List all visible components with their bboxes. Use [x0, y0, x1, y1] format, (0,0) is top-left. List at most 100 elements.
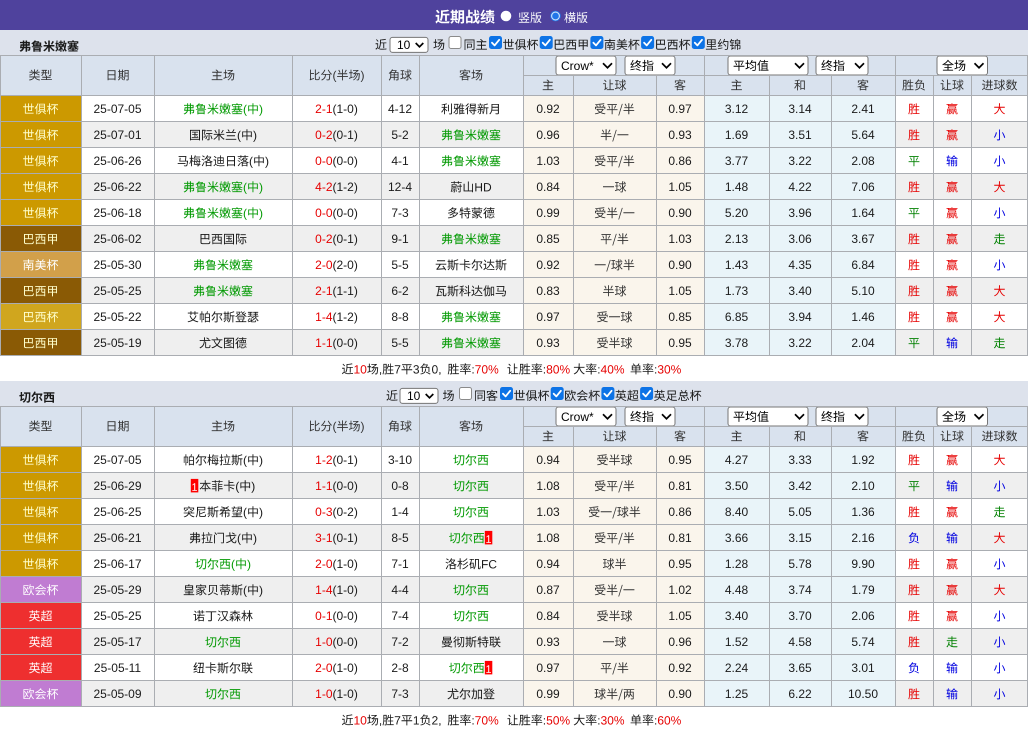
svg-text:(1-2): (1-2)	[333, 180, 358, 194]
svg-text:1.05: 1.05	[668, 609, 692, 623]
svg-text:1.08: 1.08	[536, 479, 560, 493]
svg-text:7-3: 7-3	[391, 206, 409, 220]
svg-text:1.69: 1.69	[725, 128, 749, 142]
svg-text:3.70: 3.70	[788, 609, 812, 623]
svg-text:3-10: 3-10	[388, 453, 412, 467]
svg-text:0.86: 0.86	[668, 154, 692, 168]
svg-text:1.05: 1.05	[668, 284, 692, 298]
svg-text:1-4: 1-4	[315, 583, 333, 597]
svg-text:(1-0): (1-0)	[333, 102, 358, 116]
svg-text:0-0: 0-0	[315, 154, 333, 168]
svg-text:4-2: 4-2	[315, 180, 333, 194]
svg-text:1.03: 1.03	[536, 154, 560, 168]
svg-text:3.40: 3.40	[725, 609, 749, 623]
svg-text:0.92: 0.92	[536, 102, 560, 116]
svg-text:1.64: 1.64	[851, 206, 875, 220]
svg-text:1.08: 1.08	[536, 531, 560, 545]
svg-text:3.74: 3.74	[788, 583, 812, 597]
svg-text:7-4: 7-4	[391, 609, 409, 623]
svg-text:2.24: 2.24	[725, 661, 749, 675]
svg-text:3.96: 3.96	[788, 206, 812, 220]
svg-text:0.85: 0.85	[668, 310, 692, 324]
svg-text:3.33: 3.33	[788, 453, 812, 467]
svg-text:0.95: 0.95	[668, 453, 692, 467]
svg-text:7.06: 7.06	[851, 180, 875, 194]
svg-text:Crow*: Crow*	[561, 410, 594, 424]
svg-text:1.92: 1.92	[851, 453, 875, 467]
svg-text:1.36: 1.36	[851, 505, 875, 519]
svg-text:25-07-01: 25-07-01	[93, 128, 141, 142]
svg-text:25-05-09: 25-05-09	[93, 687, 141, 701]
svg-text:0.95: 0.95	[668, 557, 692, 571]
svg-text:0.90: 0.90	[668, 687, 692, 701]
svg-text:2.16: 2.16	[851, 531, 875, 545]
svg-text:1-1: 1-1	[315, 336, 333, 350]
svg-text:3.65: 3.65	[788, 661, 812, 675]
svg-text:2-1: 2-1	[315, 102, 333, 116]
svg-text:8-8: 8-8	[391, 310, 409, 324]
svg-text:3.01: 3.01	[851, 661, 875, 675]
svg-text:0.99: 0.99	[536, 687, 560, 701]
svg-text:25-05-29: 25-05-29	[93, 583, 141, 597]
svg-text:1.79: 1.79	[851, 583, 875, 597]
svg-text:4.22: 4.22	[788, 180, 812, 194]
svg-text:2.10: 2.10	[851, 479, 875, 493]
svg-text:0.81: 0.81	[668, 479, 692, 493]
svg-text:0.93: 0.93	[536, 635, 560, 649]
svg-text:1.25: 1.25	[725, 687, 749, 701]
svg-text:(1-0): (1-0)	[333, 557, 358, 571]
svg-text:5-5: 5-5	[391, 258, 409, 272]
svg-text:25-06-26: 25-06-26	[93, 154, 141, 168]
svg-text:25-05-25: 25-05-25	[93, 609, 141, 623]
svg-text:25-07-05: 25-07-05	[93, 453, 141, 467]
svg-text:4-1: 4-1	[391, 154, 409, 168]
svg-text:0.84: 0.84	[536, 609, 560, 623]
svg-text:0.84: 0.84	[536, 180, 560, 194]
svg-text:0.87: 0.87	[536, 583, 560, 597]
svg-text:25-05-30: 25-05-30	[93, 258, 141, 272]
svg-text:(0-1): (0-1)	[333, 232, 358, 246]
svg-text:6.22: 6.22	[788, 687, 812, 701]
svg-text:4.48: 4.48	[725, 583, 749, 597]
svg-text:2-0: 2-0	[315, 258, 333, 272]
svg-text:2.41: 2.41	[851, 102, 875, 116]
svg-text:5.64: 5.64	[851, 128, 875, 142]
svg-text:25-05-25: 25-05-25	[93, 284, 141, 298]
svg-text:25-05-11: 25-05-11	[94, 661, 141, 675]
svg-text:7-1: 7-1	[391, 557, 409, 571]
svg-text:2.04: 2.04	[851, 336, 875, 350]
svg-text:25-07-05: 25-07-05	[93, 102, 141, 116]
svg-text:0.97: 0.97	[668, 102, 692, 116]
svg-text:(0-0): (0-0)	[333, 154, 358, 168]
svg-text:0.95: 0.95	[668, 336, 692, 350]
svg-text:0.97: 0.97	[536, 310, 560, 324]
svg-text:5.78: 5.78	[788, 557, 812, 571]
svg-text:0-3: 0-3	[315, 505, 333, 519]
svg-text:10: 10	[397, 38, 411, 52]
svg-text:4.35: 4.35	[788, 258, 812, 272]
svg-text:7-2: 7-2	[391, 635, 409, 649]
svg-text:1.05: 1.05	[668, 180, 692, 194]
svg-text:0.86: 0.86	[668, 505, 692, 519]
svg-text:3.78: 3.78	[725, 336, 749, 350]
svg-text:0-8: 0-8	[391, 479, 409, 493]
svg-text:1.43: 1.43	[725, 258, 749, 272]
svg-text:25-06-22: 25-06-22	[93, 180, 141, 194]
svg-text:2-1: 2-1	[315, 284, 333, 298]
svg-text:(0-2): (0-2)	[333, 505, 358, 519]
svg-text:1.48: 1.48	[725, 180, 749, 194]
svg-text:(0-0): (0-0)	[333, 336, 358, 350]
svg-text:0.93: 0.93	[536, 336, 560, 350]
svg-text:25-06-18: 25-06-18	[93, 206, 141, 220]
svg-text:5-2: 5-2	[391, 128, 409, 142]
svg-text:(1-0): (1-0)	[333, 583, 358, 597]
svg-text:1-0: 1-0	[315, 635, 333, 649]
svg-text:4-12: 4-12	[388, 102, 412, 116]
svg-text:3.42: 3.42	[788, 479, 812, 493]
svg-text:10: 10	[407, 389, 421, 403]
svg-text:1-0: 1-0	[315, 687, 333, 701]
svg-text:25-05-19: 25-05-19	[93, 336, 141, 350]
svg-text:5.05: 5.05	[788, 505, 812, 519]
svg-text:1-2: 1-2	[315, 453, 333, 467]
svg-text:2.08: 2.08	[851, 154, 875, 168]
